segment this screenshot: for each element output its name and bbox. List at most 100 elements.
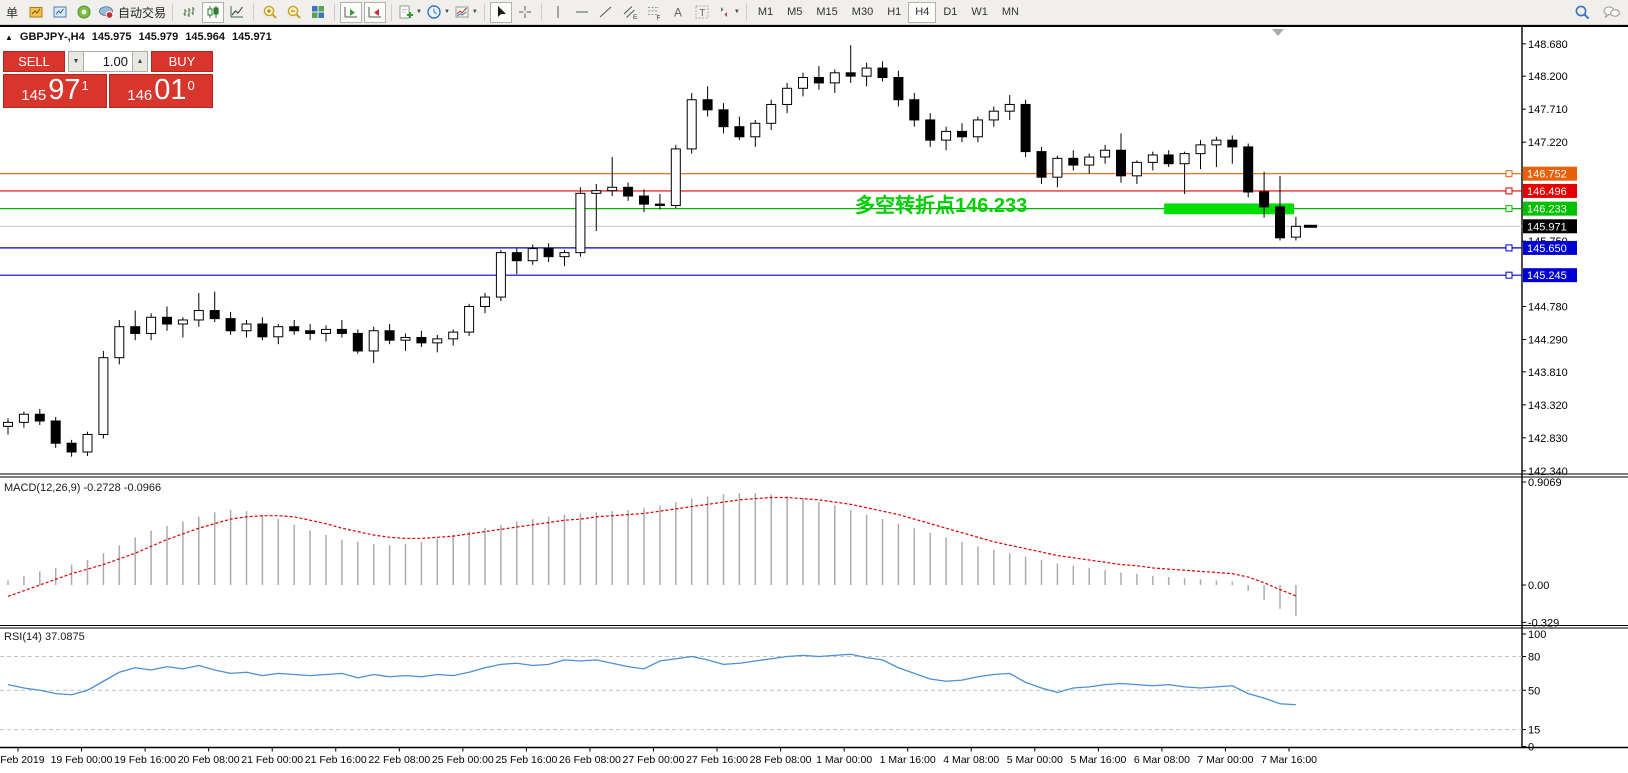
chevron-down-icon[interactable]: ▼ — [416, 9, 422, 15]
equidistant-channel-icon: E — [622, 4, 638, 20]
time-label: 6 Mar 08:00 — [1134, 754, 1190, 766]
last-price-dash — [1304, 225, 1317, 228]
time-label: 19 Feb 00:00 — [51, 754, 113, 766]
candle-bear — [417, 337, 426, 342]
periods-icon — [426, 4, 442, 20]
buy-button[interactable]: BUY — [151, 51, 213, 72]
price-badge-label: 145.971 — [1527, 221, 1567, 233]
chevron-down-icon[interactable]: ▼ — [734, 9, 740, 15]
rsi-scale-label: 0 — [1528, 742, 1534, 754]
candle-bear — [226, 319, 235, 331]
candle-bear — [35, 414, 44, 421]
search-button[interactable] — [1571, 2, 1593, 23]
cursor-icon — [493, 4, 509, 20]
candle-bear — [624, 187, 633, 196]
line-handle — [1506, 206, 1512, 212]
text-button[interactable]: A — [667, 2, 689, 23]
timeframe-button-m15[interactable]: M15 — [809, 2, 844, 23]
time-label: 20 Feb 08:00 — [178, 754, 240, 766]
candle-bear — [163, 317, 172, 324]
templates-button[interactable]: ▼ — [453, 2, 479, 23]
candle-bull — [671, 149, 680, 206]
equidistant-channel-button[interactable]: E — [619, 2, 641, 23]
candle-bull — [242, 324, 251, 331]
toolbar-separator — [391, 4, 392, 21]
time-label: 5 Mar 16:00 — [1070, 754, 1126, 766]
buy-price-button[interactable]: 146 01 0 — [109, 74, 213, 108]
candle-bear — [926, 120, 935, 140]
horizontal-line-button[interactable] — [571, 2, 593, 23]
crosshair-button[interactable] — [514, 2, 536, 23]
chart-window-icon[interactable] — [25, 2, 47, 23]
candle-bear — [131, 327, 140, 334]
zoom-in-button[interactable] — [259, 2, 281, 23]
time-label: 21 Feb 16:00 — [305, 754, 367, 766]
arrows-button[interactable]: ▼ — [715, 2, 741, 23]
volume-input[interactable] — [84, 52, 132, 71]
line-chart-icon — [229, 4, 245, 20]
timeframe-button-mn[interactable]: MN — [995, 2, 1026, 23]
candle-bear — [306, 331, 315, 334]
sell-button[interactable]: SELL — [3, 51, 65, 72]
auto-scroll-icon — [343, 4, 359, 20]
text-label-button[interactable]: T — [691, 2, 713, 23]
price-badge-label: 146.496 — [1527, 186, 1567, 198]
price-tick-label: 147.710 — [1528, 104, 1568, 116]
time-label: 22 Feb 08:00 — [368, 754, 430, 766]
time-label: 26 Feb 08:00 — [559, 754, 621, 766]
chat-button[interactable] — [1600, 2, 1622, 23]
zoom-out-button[interactable] — [283, 2, 305, 23]
vertical-line-button[interactable] — [547, 2, 569, 23]
text-label-icon: T — [694, 4, 710, 20]
autotrading-button[interactable]: 自动交易 — [97, 2, 167, 23]
trendline-icon — [598, 4, 614, 20]
candlestick-chart-button[interactable] — [202, 2, 224, 23]
candle-bear — [655, 204, 664, 205]
profile-icon[interactable] — [49, 2, 71, 23]
line-handle — [1506, 171, 1512, 177]
timeframe-button-d1[interactable]: D1 — [936, 2, 964, 23]
chart-shift-icon — [367, 4, 383, 20]
volume-decrease-button[interactable]: ▼ — [69, 52, 84, 71]
timeframe-button-m5[interactable]: M5 — [780, 2, 809, 23]
candle-bull — [1291, 226, 1300, 237]
candle-bear — [910, 100, 919, 120]
timeframe-button-m30[interactable]: M30 — [845, 2, 880, 23]
tile-windows-button[interactable] — [307, 2, 329, 23]
signals-icon[interactable] — [73, 2, 95, 23]
symbol-name: GBPJPY-,H4 — [20, 31, 85, 43]
ohlc-close: 145.971 — [232, 31, 272, 43]
timeframe-button-h1[interactable]: H1 — [880, 2, 908, 23]
cursor-button[interactable] — [490, 2, 512, 23]
candle-bull — [1005, 104, 1014, 111]
bar-chart-icon — [181, 4, 197, 20]
bar-chart-button[interactable] — [178, 2, 200, 23]
toolbar-separator — [253, 4, 254, 21]
auto-scroll-button[interactable] — [340, 2, 362, 23]
candle-bull — [496, 253, 505, 297]
timeframe-button-m1[interactable]: M1 — [751, 2, 780, 23]
chart-canvas[interactable]: 148.680148.200147.710147.220145.750144.7… — [0, 0, 1628, 773]
line-handle — [1506, 188, 1512, 194]
price-badge-label: 145.650 — [1527, 243, 1567, 255]
fibonacci-button[interactable]: F — [643, 2, 665, 23]
chart-shift-button[interactable] — [364, 2, 386, 23]
volume-increase-button[interactable]: ▲ — [132, 52, 147, 71]
line-chart-button[interactable] — [226, 2, 248, 23]
price-badge-label: 145.245 — [1527, 270, 1567, 282]
price-tick-label: 147.220 — [1528, 137, 1568, 149]
trendline-button[interactable] — [595, 2, 617, 23]
candle-bear — [703, 100, 712, 110]
timeframe-button-h4[interactable]: H4 — [908, 2, 936, 23]
collapse-panel-icon[interactable]: ▲ — [5, 33, 13, 42]
toolbar-separator — [172, 4, 173, 21]
timeframe-button-w1[interactable]: W1 — [964, 2, 995, 23]
text-icon: A — [670, 4, 686, 20]
sell-price-button[interactable]: 145 97 1 — [3, 74, 107, 108]
chevron-down-icon[interactable]: ▼ — [472, 9, 478, 15]
periods-button[interactable]: ▼ — [425, 2, 451, 23]
candle-bull — [1180, 154, 1189, 164]
new-order-button[interactable]: 单 — [1, 2, 23, 23]
indicators-button[interactable]: ▼ — [397, 2, 423, 23]
chevron-down-icon[interactable]: ▼ — [444, 9, 450, 15]
